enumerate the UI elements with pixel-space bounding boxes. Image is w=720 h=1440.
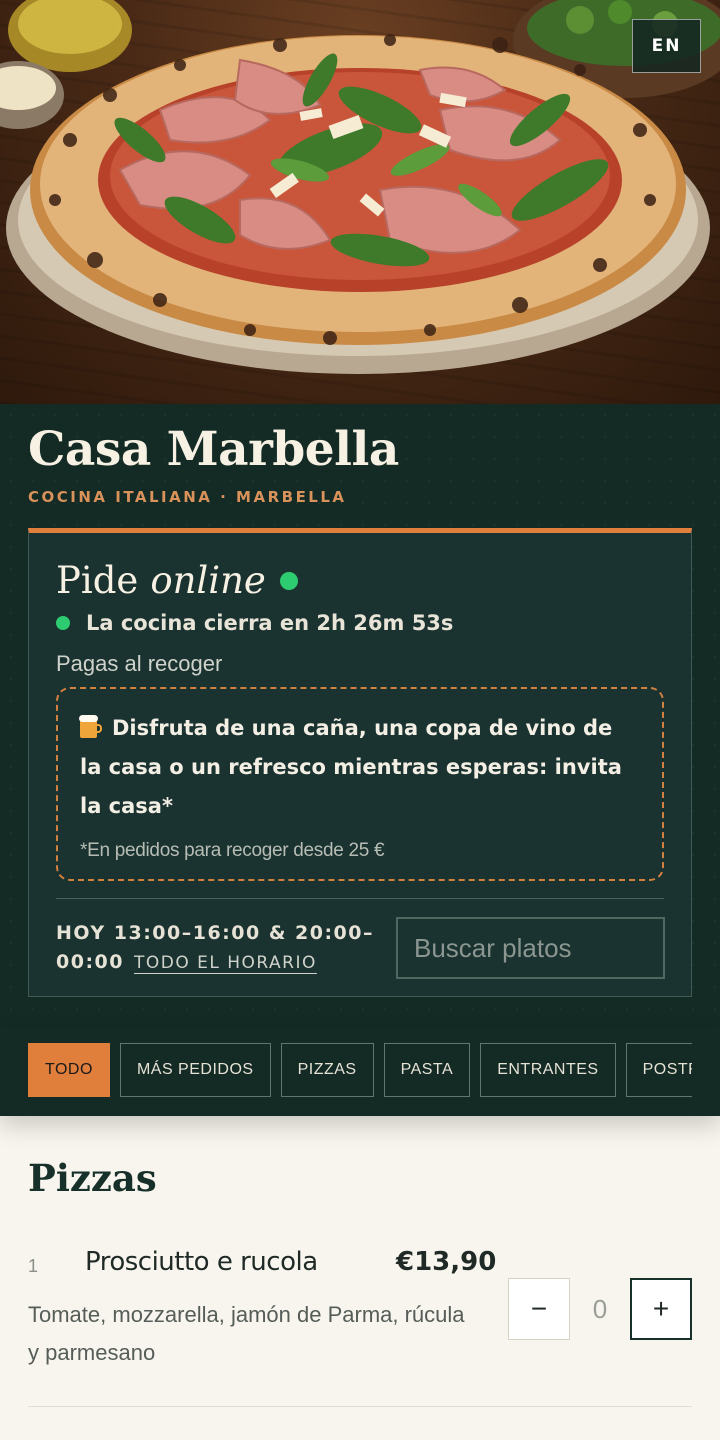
opening-hours: HOY 13:00–16:00 & 20:00–00:00 TODO EL HOR… <box>56 919 376 978</box>
online-status-dot-icon <box>279 571 298 590</box>
quantity-value: 0 <box>592 1293 608 1324</box>
order-online-card: Pide online La cocina cierra en 2h 26m 5… <box>28 528 692 997</box>
promo-text: Disfruta de una caña, una copa de vino d… <box>80 716 622 818</box>
closing-text: La cocina cierra en 2h 26m 53s <box>86 611 454 635</box>
category-chip-mas-pedidos[interactable]: MÁS PEDIDOS <box>119 1043 271 1097</box>
restaurant-subtitle: COCINA ITALIANA · MARBELLA <box>28 488 347 506</box>
category-chip-pizzas[interactable]: PIZZAS <box>280 1043 374 1097</box>
category-chip-entrantes[interactable]: ENTRANTES <box>480 1043 616 1097</box>
order-title-prefix: Pide <box>56 559 139 602</box>
order-card-title: Pide online <box>56 559 298 602</box>
language-toggle-button[interactable]: EN <box>632 19 701 73</box>
category-chips: TODO MÁS PEDIDOS PIZZAS PASTA ENTRANTES … <box>28 1043 692 1097</box>
decrease-quantity-button[interactable]: − <box>508 1278 570 1340</box>
category-chip-postres[interactable]: POSTRES <box>625 1043 692 1097</box>
card-divider <box>56 898 664 899</box>
pizza-illustration <box>0 0 720 374</box>
beer-icon <box>79 714 102 738</box>
menu-section-title: Pizzas <box>28 1156 157 1200</box>
category-chip-pasta[interactable]: PASTA <box>383 1043 471 1097</box>
promo-message: Disfruta de una caña, una copa de vino d… <box>79 709 640 826</box>
promo-footnote: *En pedidos para recoger desde 25 € <box>80 840 385 861</box>
status-dot-icon <box>56 616 70 630</box>
kitchen-closing-countdown: La cocina cierra en 2h 26m 53s <box>56 611 453 635</box>
search-dishes-input[interactable] <box>396 917 665 979</box>
full-schedule-link[interactable]: TODO EL HORARIO <box>134 953 317 973</box>
menu-item-name: Prosciutto e rucola <box>85 1247 318 1277</box>
increase-quantity-button[interactable]: + <box>630 1278 692 1340</box>
order-title-emphasis: online <box>150 559 266 602</box>
payment-note: Pagas al recoger <box>56 651 223 676</box>
menu-item-description: Tomate, mozzarella, jamón de Parma, rúcu… <box>28 1302 465 1365</box>
item-divider <box>28 1406 692 1407</box>
category-nav: TODO MÁS PEDIDOS PIZZAS PASTA ENTRANTES … <box>0 1027 720 1116</box>
quantity-stepper: − 0 + <box>508 1278 692 1340</box>
restaurant-name: Casa Marbella <box>28 422 399 477</box>
menu-item-number: 1 <box>28 1256 39 1276</box>
menu-item-price: €13,90 <box>396 1247 497 1277</box>
promo-box: Disfruta de una caña, una copa de vino d… <box>56 687 664 881</box>
category-chip-todo[interactable]: TODO <box>28 1043 110 1097</box>
restaurant-header: Casa Marbella COCINA ITALIANA · MARBELLA… <box>0 404 720 1027</box>
hero-image: EN <box>0 0 720 404</box>
